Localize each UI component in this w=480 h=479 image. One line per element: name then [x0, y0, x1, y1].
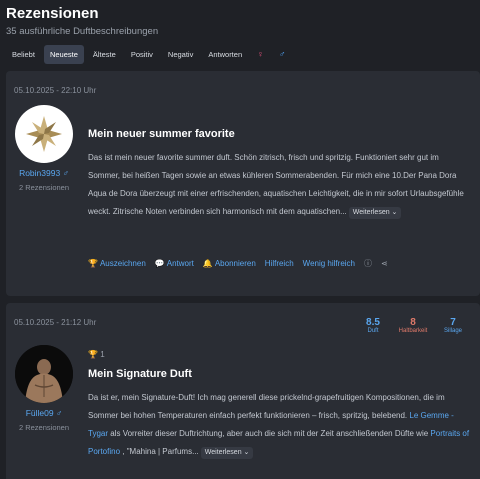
rating-scent: 8.5 Duft — [356, 317, 390, 334]
subscribe-button[interactable]: 🔔 Abonnieren — [203, 259, 256, 268]
comment-icon: 💬 — [154, 259, 165, 268]
review-text: , "Mahina | Parfums... — [120, 447, 199, 456]
review-card: 05.10.2025 - 21:12 Uhr 8.5 Duft 8 Haltba… — [6, 303, 480, 479]
page-title: Rezensionen — [6, 5, 99, 22]
info-icon[interactable]: ⓘ — [364, 258, 372, 269]
rating-label: Sillage — [443, 328, 462, 334]
user-photo-icon — [15, 345, 73, 403]
review-text: als Vorreiter dieser Duftrichtung, aber … — [108, 429, 431, 438]
review-card: 05.10.2025 - 22:10 Uhr Robin3993 ♂ 2 Rez… — [6, 71, 480, 296]
star-logo-icon — [26, 116, 62, 152]
user-review-count: 2 Rezensionen — [18, 183, 70, 192]
read-more-button[interactable]: Weiterlesen ⌄ — [200, 447, 254, 459]
review-date: 05.10.2025 - 21:12 Uhr — [14, 318, 97, 327]
review-actions: 🏆 Auszeichnen 💬 Antwort 🔔 Abonnieren Hilfre… — [88, 258, 388, 269]
rating-value: 8 — [410, 317, 416, 328]
bell-icon: 🔔 — [202, 259, 213, 268]
share-icon[interactable]: ⋖ — [381, 259, 388, 268]
review-body: Das ist mein neuer favorite summer duft.… — [88, 149, 472, 221]
tab-beliebt[interactable]: Beliebt — [6, 45, 41, 64]
review-title: Mein neuer summer favorite — [88, 128, 235, 140]
award-count-value: 1 — [100, 350, 105, 359]
rating-label: Haltbarkeit — [398, 328, 428, 334]
review-title: Mein Signature Duft — [88, 368, 192, 380]
user-review-count: 2 Rezensionen — [18, 423, 70, 432]
tab-male-icon[interactable]: ♂ — [273, 45, 292, 64]
rating-sillage: 7 Sillage — [436, 317, 470, 334]
trophy-icon: 🏆 — [88, 259, 98, 268]
tab-antworten[interactable]: Antworten — [202, 45, 248, 64]
subscribe-label: Abonnieren — [214, 259, 256, 268]
filter-tabs: Beliebt Neueste Älteste Positiv Negativ … — [6, 45, 292, 64]
rating-value: 7 — [450, 317, 456, 328]
ratings: 8.5 Duft 8 Haltbarkeit 7 Sillage — [356, 317, 470, 334]
award-count: 🏆 1 — [88, 350, 105, 359]
rating-label: Duft — [367, 328, 379, 334]
username[interactable]: Fülle09 ♂ — [6, 408, 82, 418]
read-more-button[interactable]: Weiterlesen ⌄ — [348, 207, 402, 219]
helpful-button[interactable]: Hilfreich — [265, 259, 294, 268]
rating-longevity: 8 Haltbarkeit — [396, 317, 430, 334]
trophy-icon: 🏆 — [88, 350, 98, 359]
reply-label: Antwort — [166, 259, 194, 268]
page-subtitle: 35 ausführliche Duftbeschreibungen — [6, 26, 159, 37]
tab-neueste[interactable]: Neueste — [43, 45, 84, 64]
username[interactable]: Robin3993 ♂ — [6, 168, 82, 178]
award-button[interactable]: 🏆 Auszeichnen — [88, 259, 146, 268]
tab-female-icon[interactable]: ♀ — [251, 45, 270, 64]
award-label: Auszeichnen — [99, 259, 146, 268]
page-header: Rezensionen 35 ausführliche Duftbeschrei… — [0, 0, 480, 70]
review-text: Das ist mein neuer favorite summer duft.… — [88, 153, 464, 216]
reply-button[interactable]: 💬 Antwort — [155, 259, 194, 268]
less-helpful-button[interactable]: Wenig hilfreich — [303, 259, 355, 268]
avatar[interactable] — [15, 105, 73, 163]
tab-positiv[interactable]: Positiv — [125, 45, 159, 64]
rating-value: 8.5 — [366, 317, 380, 328]
avatar[interactable] — [15, 345, 73, 403]
tab-negativ[interactable]: Negativ — [162, 45, 199, 64]
review-text: Da ist er, mein Signature-Duft! Ich mag … — [88, 393, 445, 420]
review-body: Da ist er, mein Signature-Duft! Ich mag … — [88, 389, 472, 461]
tab-aelteste[interactable]: Älteste — [87, 45, 122, 64]
review-date: 05.10.2025 - 22:10 Uhr — [14, 86, 97, 95]
